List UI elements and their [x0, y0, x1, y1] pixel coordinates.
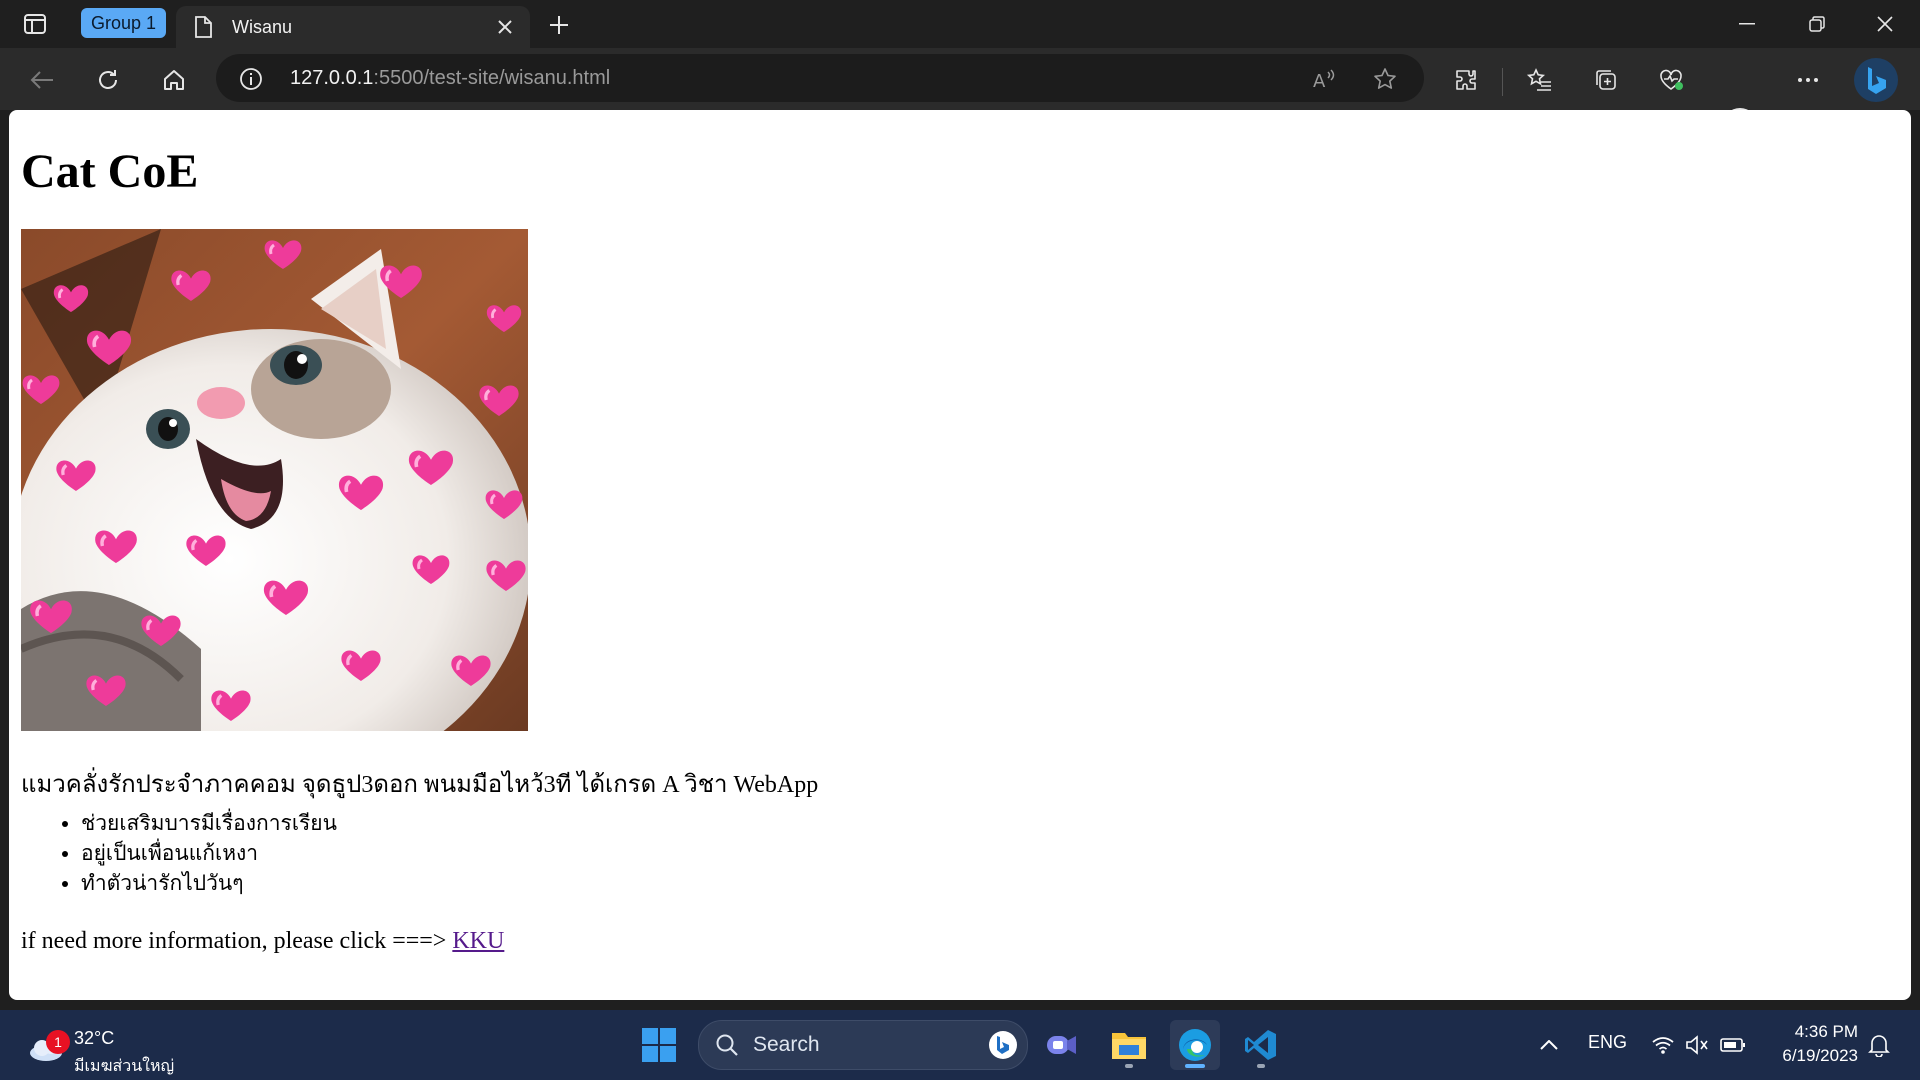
- url-text[interactable]: 127.0.0.1:5500/test-site/wisanu.html: [290, 54, 610, 102]
- windows-icon[interactable]: [634, 1020, 684, 1070]
- search-icon: [716, 1034, 738, 1056]
- back-icon[interactable]: [24, 62, 60, 98]
- close-icon[interactable]: [490, 12, 520, 42]
- extensions-icon[interactable]: [1448, 62, 1484, 98]
- svg-text:A: A: [1313, 71, 1326, 90]
- chevron-up-icon[interactable]: [1536, 1032, 1562, 1058]
- wifi-icon[interactable]: [1650, 1032, 1676, 1058]
- browser-essentials-icon[interactable]: [1654, 62, 1690, 98]
- clock[interactable]: 4:36 PM 6/19/2023: [1768, 1020, 1858, 1068]
- weather-widget[interactable]: 1 32°C มีเมฆส่วนใหญ่: [26, 1022, 186, 1075]
- close-window-icon[interactable]: [1850, 0, 1920, 48]
- battery-icon[interactable]: [1720, 1032, 1746, 1058]
- weather-condition: มีเมฆส่วนใหญ่: [74, 1058, 175, 1075]
- more-info-text: if need more information, please click =…: [21, 928, 453, 954]
- file-explorer-icon[interactable]: [1104, 1020, 1154, 1070]
- plus-icon[interactable]: [544, 10, 574, 40]
- weather-badge: 1: [46, 1030, 70, 1054]
- notification-icon[interactable]: [1866, 1032, 1892, 1058]
- star-icon[interactable]: [1372, 66, 1398, 92]
- web-page: Cat CoE แมวคลั่งรักประจำภาคคอม จุดธูป3ดอ…: [9, 110, 1911, 1000]
- url-path: :5500/test-site/wisanu.html: [373, 67, 611, 89]
- info-icon[interactable]: [238, 66, 264, 92]
- cat-image: [21, 229, 528, 731]
- refresh-icon[interactable]: [90, 62, 126, 98]
- tab-group-chip[interactable]: Group 1: [81, 8, 167, 38]
- benefits-list: ช่วยเสริมบารมีเรื่องการเรียน อยู่เป็นเพื…: [21, 808, 337, 898]
- address-bar[interactable]: 127.0.0.1:5500/test-site/wisanu.html A: [216, 54, 1424, 102]
- more-icon[interactable]: [1790, 62, 1826, 98]
- read-aloud-icon[interactable]: A: [1312, 66, 1338, 92]
- weather-temp: 32°C: [74, 1028, 115, 1048]
- list-item: ช่วยเสริมบารมีเรื่องการเรียน: [81, 808, 337, 838]
- vscode-icon[interactable]: [1236, 1020, 1286, 1070]
- restore-icon[interactable]: [1782, 0, 1852, 48]
- favorites-icon[interactable]: [1522, 62, 1558, 98]
- clock-date: 6/19/2023: [1782, 1046, 1858, 1065]
- edge-icon[interactable]: [1170, 1020, 1220, 1070]
- language-indicator[interactable]: ENG: [1588, 1032, 1627, 1053]
- bing-icon[interactable]: [1854, 58, 1898, 102]
- bing-search-icon: [989, 1031, 1017, 1059]
- collections-icon[interactable]: [1588, 62, 1624, 98]
- minimize-icon[interactable]: [1712, 0, 1782, 48]
- url-host: 127.0.0.1: [290, 67, 374, 89]
- active-tab[interactable]: Wisanu: [176, 6, 530, 48]
- list-item: ทำตัวน่ารักไปวันๆ: [81, 868, 337, 898]
- teams-icon[interactable]: [1037, 1020, 1087, 1070]
- tab-title: Wisanu: [232, 16, 293, 37]
- page-icon: [194, 14, 216, 40]
- sidebar-icon[interactable]: [22, 12, 48, 36]
- search-box[interactable]: Search: [698, 1020, 1028, 1070]
- clock-time: 4:36 PM: [1794, 1022, 1858, 1041]
- home-icon[interactable]: [156, 62, 192, 98]
- list-item: อยู่เป็นเพื่อนแก้เหงา: [81, 838, 337, 868]
- tab-bar: Group 1 Wisanu: [0, 0, 1920, 48]
- taskbar: 1 32°C มีเมฆส่วนใหญ่ Search ENG 4:36 PM: [0, 1010, 1920, 1080]
- cat-description: แมวคลั่งรักประจำภาคคอม จุดธูป3ดอก พนมมือ…: [21, 772, 819, 798]
- more-info-line: if need more information, please click =…: [21, 928, 504, 955]
- browser-toolbar: 127.0.0.1:5500/test-site/wisanu.html A: [0, 48, 1920, 144]
- volume-muted-icon[interactable]: [1684, 1032, 1710, 1058]
- toolbar-divider: [1502, 68, 1503, 96]
- search-label: Search: [753, 1033, 820, 1056]
- kku-link[interactable]: KKU: [452, 928, 504, 954]
- page-title: Cat CoE: [21, 145, 199, 198]
